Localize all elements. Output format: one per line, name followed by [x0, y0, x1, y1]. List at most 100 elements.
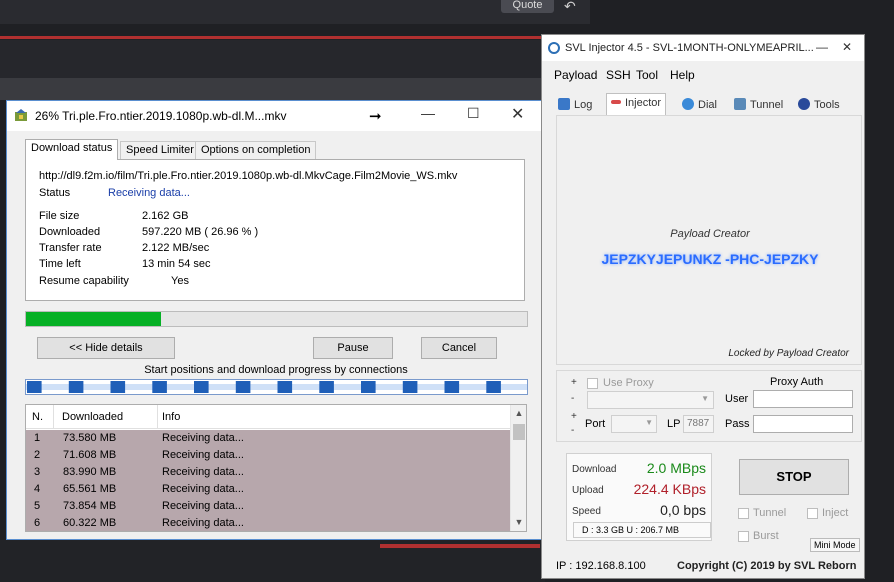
plus-icon[interactable]: + [571, 411, 577, 422]
transfer-rate-value: 2.122 MB/sec [142, 242, 210, 254]
table-row[interactable]: 3 83.990 MB Receiving data... [26, 464, 510, 481]
background-red-button[interactable] [380, 544, 540, 548]
proxy-auth-label: Proxy Auth [770, 376, 824, 388]
hide-details-button[interactable]: << Hide details [37, 337, 175, 359]
ip-address: IP : 192.168.8.100 [556, 560, 646, 572]
table-row[interactable]: 5 73.854 MB Receiving data... [26, 498, 510, 515]
tab-dial[interactable]: Dial [678, 95, 721, 115]
row-info: Receiving data... [162, 466, 244, 478]
tab-download-status[interactable]: Download status [25, 139, 119, 160]
menu-help[interactable]: Help [670, 68, 695, 82]
pass-field[interactable] [753, 415, 853, 433]
row-n: 5 [34, 500, 41, 512]
chevron-down-icon: ▼ [701, 394, 709, 403]
traffic-stats: Download 2.0 MBps Upload 224.4 KBps Spee… [566, 453, 712, 541]
payload-creator-panel: Payload Creator JEPZKYJEPUNKZ -PHC-JEPZK… [556, 115, 862, 365]
connection-segment [402, 381, 418, 393]
pass-label: Pass [725, 418, 750, 430]
inject-label: Inject [822, 507, 849, 519]
stop-button[interactable]: STOP [739, 459, 849, 495]
plus-icon[interactable]: + [571, 377, 577, 388]
tab-speed-limiter[interactable]: Speed Limiter [120, 141, 200, 159]
scroll-up-icon[interactable]: ▲ [511, 405, 526, 422]
table-row[interactable]: 6 60.322 MB Receiving data... [26, 515, 510, 531]
tunnel-label: Tunnel [753, 507, 787, 519]
copyright-text: Copyright (C) 2019 by SVL Reborn [677, 560, 857, 572]
minimize-icon[interactable]: — [816, 40, 828, 54]
row-downloaded: 83.990 MB [63, 466, 117, 478]
minus-icon[interactable]: - [571, 393, 574, 404]
burst-label: Burst [753, 530, 779, 542]
lp-field[interactable]: 7887 [683, 415, 714, 433]
connections-scrollbar[interactable]: ▲ ▼ [510, 405, 526, 531]
downloaded-value: 597.220 MB ( 26.96 % ) [142, 226, 259, 238]
row-downloaded: 73.854 MB [63, 500, 117, 512]
menu-tool[interactable]: Tool [636, 68, 658, 82]
reply-icon[interactable]: ↶ [564, 0, 576, 15]
connection-segment [277, 381, 293, 393]
quote-button[interactable]: Quote [501, 0, 554, 13]
minimize-icon[interactable]: — [421, 105, 435, 121]
column-n[interactable]: N. [32, 411, 43, 423]
arrow-right-icon: ➞ [369, 108, 382, 125]
proxy-settings-panel: + - Use Proxy ▼ + - Port ▼ LP 7887 Proxy… [556, 370, 862, 442]
use-proxy-label: Use Proxy [603, 377, 654, 389]
tab-tunnel[interactable]: Tunnel [730, 95, 787, 115]
chevron-down-icon: ▼ [645, 418, 653, 427]
proxy-host-select[interactable]: ▼ [587, 391, 714, 409]
svl-menu-bar: Payload SSH Tool Help [542, 63, 864, 85]
inject-checkbox[interactable] [807, 508, 818, 519]
time-left-label: Time left [39, 258, 81, 270]
close-icon[interactable]: ✕ [842, 40, 852, 54]
connection-segment [68, 381, 84, 393]
port-select[interactable]: ▼ [611, 415, 657, 433]
cancel-button[interactable]: Cancel [421, 337, 497, 359]
table-row[interactable]: 2 71.608 MB Receiving data... [26, 447, 510, 464]
user-field[interactable] [753, 390, 853, 408]
locked-by-text: Locked by Payload Creator [728, 348, 849, 359]
idm-title-bar[interactable]: 26% Tri.ple.Fro.ntier.2019.1080p.wb-dl.M… [7, 101, 545, 131]
speed-label: Speed [572, 506, 601, 517]
svl-title-bar[interactable]: SVL Injector 4.5 - SVL-1MONTH-ONLYMEAPRI… [542, 35, 864, 61]
time-left-value: 13 min 54 sec [142, 258, 211, 270]
tab-log[interactable]: Log [554, 95, 596, 115]
tab-options-on-completion[interactable]: Options on completion [195, 141, 317, 159]
download-status-panel: http://dl9.f2m.io/film/Tri.ple.Fro.ntier… [25, 159, 525, 301]
connections-progress-label: Start positions and download progress by… [144, 364, 408, 376]
payload-creator-label: Payload Creator [670, 228, 750, 240]
table-row[interactable]: 1 73.580 MB Receiving data... [26, 430, 510, 447]
tunnel-checkbox[interactable] [738, 508, 749, 519]
lp-label: LP [667, 418, 681, 430]
minus-icon[interactable]: - [571, 425, 574, 436]
row-downloaded: 71.608 MB [63, 449, 117, 461]
use-proxy-checkbox[interactable] [587, 378, 598, 389]
burst-checkbox[interactable] [738, 531, 749, 542]
tab-injector[interactable]: Injector [606, 93, 667, 115]
log-icon [558, 98, 570, 110]
maximize-icon[interactable]: ☐ [467, 105, 480, 122]
close-icon[interactable]: ✕ [511, 104, 524, 124]
idm-download-window: 26% Tri.ple.Fro.ntier.2019.1080p.wb-dl.M… [6, 100, 546, 540]
scroll-thumb[interactable] [513, 424, 525, 440]
tab-tools[interactable]: Tools [794, 95, 844, 115]
download-label: Download [572, 464, 617, 475]
column-downloaded[interactable]: Downloaded [62, 411, 123, 423]
download-speed-value: 2.0 MBps [646, 460, 706, 476]
upload-speed-value: 224.4 KBps [633, 481, 706, 497]
column-info[interactable]: Info [162, 411, 180, 423]
menu-payload[interactable]: Payload [554, 68, 597, 82]
download-progress-fill [26, 312, 162, 326]
download-url: http://dl9.f2m.io/film/Tri.ple.Fro.ntier… [39, 170, 458, 182]
pause-button[interactable]: Pause [313, 337, 393, 359]
phone-icon [682, 98, 694, 110]
scroll-down-icon[interactable]: ▼ [511, 514, 526, 531]
mini-mode-button[interactable]: Mini Mode [810, 538, 860, 552]
port-label: Port [585, 418, 606, 430]
menu-ssh[interactable]: SSH [606, 68, 631, 82]
table-row[interactable]: 4 65.561 MB Receiving data... [26, 481, 510, 498]
user-label: User [725, 393, 749, 405]
idm-window-title: 26% Tri.ple.Fro.ntier.2019.1080p.wb-dl.M… [35, 109, 287, 123]
connection-segment [361, 381, 376, 393]
downloaded-label: Downloaded [39, 226, 101, 238]
status-label: Status [39, 187, 71, 199]
